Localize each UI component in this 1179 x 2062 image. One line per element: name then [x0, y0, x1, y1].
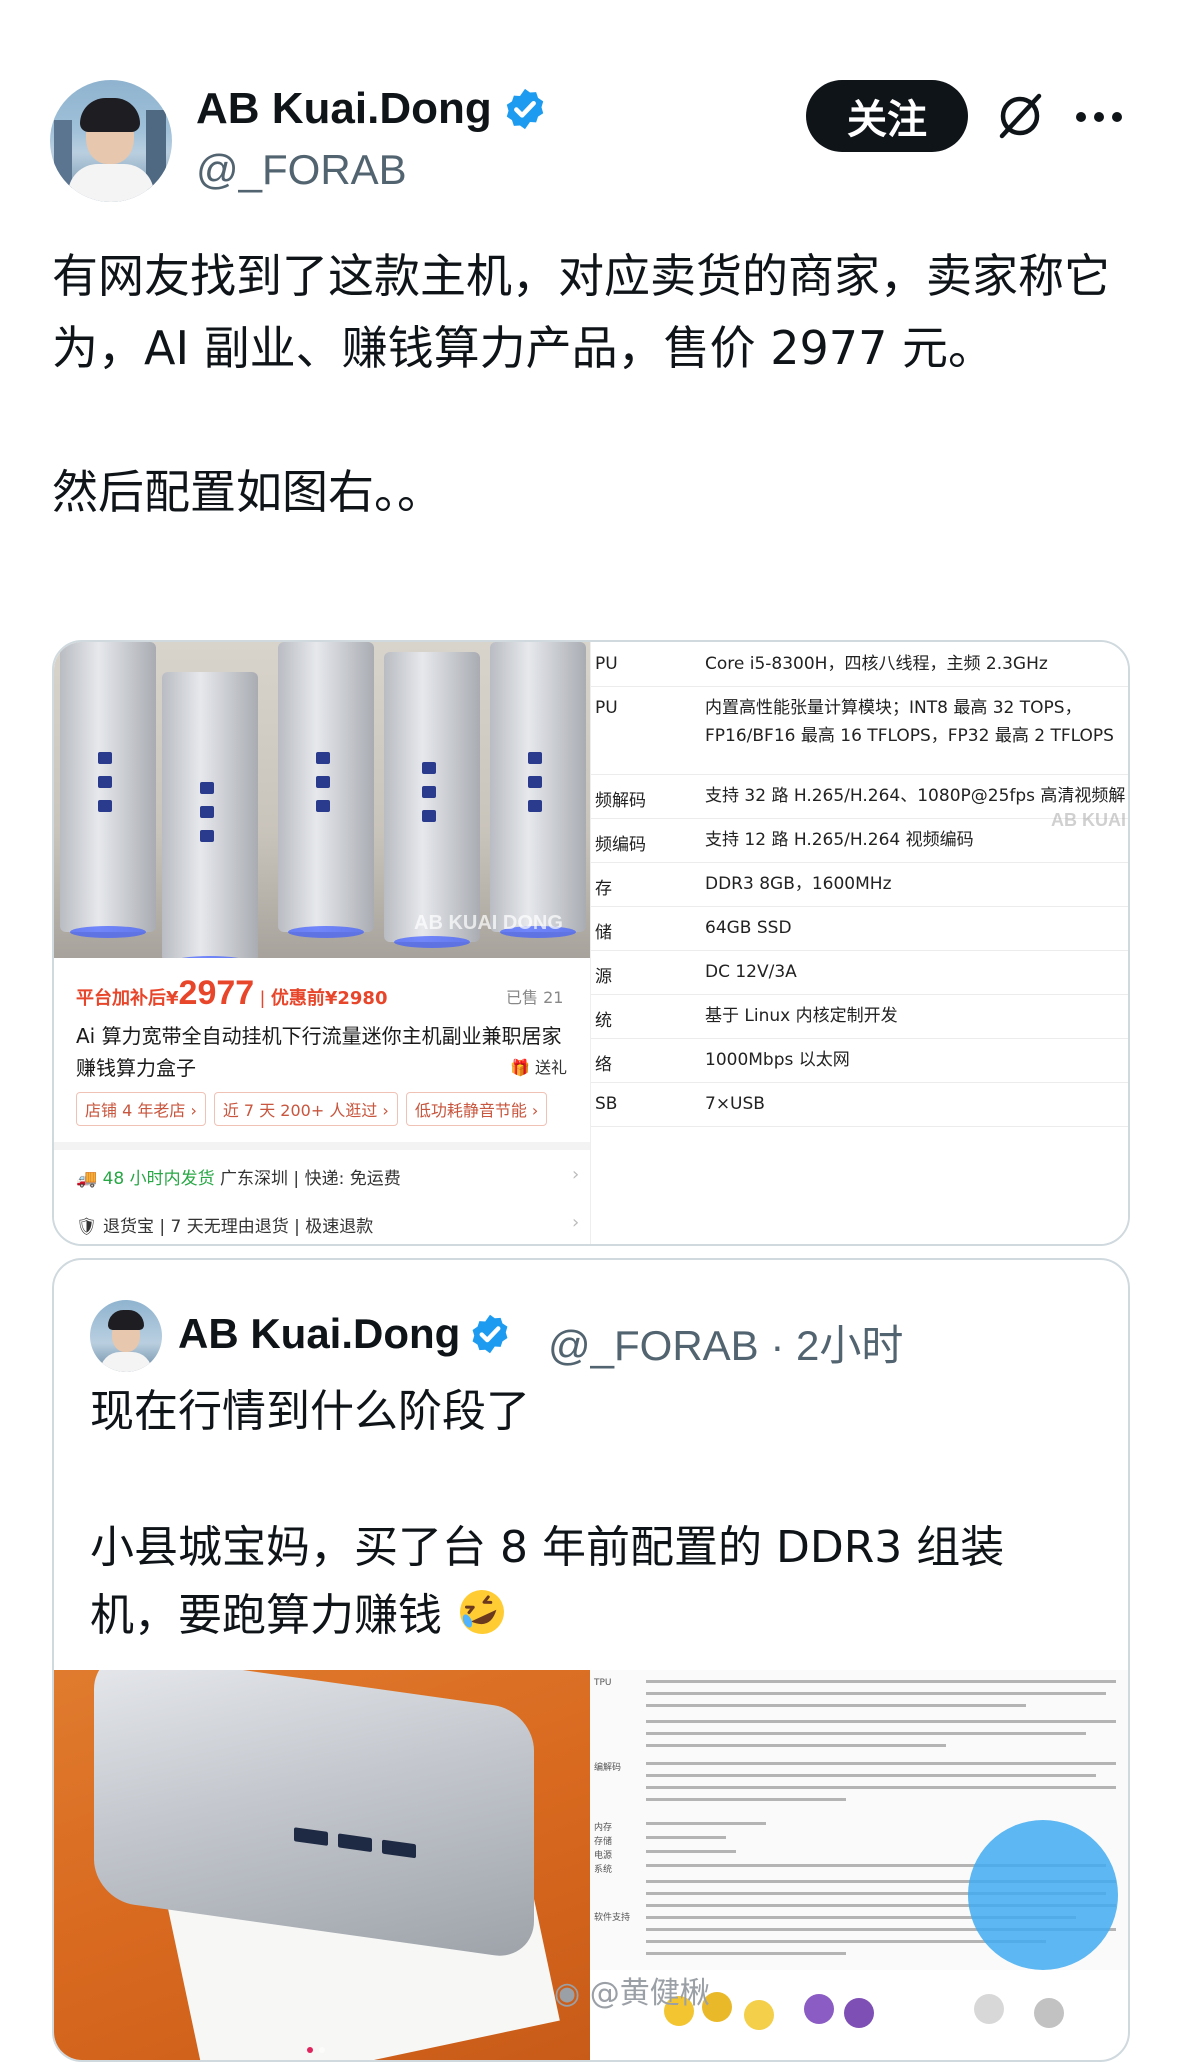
shield-icon: 🛡: [76, 1217, 98, 1237]
returns-row: 🛡 退货宝 | 7 天无理由退货 | 极速退款 ›: [76, 1212, 580, 1237]
post-body-text: 有网友找到了这款主机，对应卖货的商家，卖家称它为，AI 副业、赚钱算力产品，售价…: [52, 249, 1110, 519]
watermark: AB KUAI DON: [1051, 810, 1128, 830]
quoted-body-text: 现在行情到什么阶段了 小县城宝妈，买了台 8 年前配置的 DDR3 组装机，要跑…: [90, 1386, 1005, 1641]
rolling-laughing-emoji-icon: [460, 1590, 504, 1634]
weibo-icon: ◉: [554, 1976, 581, 2011]
product-title: Ai 算力宽带全自动挂机下行流量迷你主机副业兼职居家赚钱算力盒子: [76, 1024, 562, 1080]
verified-badge-icon: [472, 1314, 508, 1354]
carousel-dots: [304, 2040, 328, 2058]
author-name[interactable]: AB Kuai.Dong: [196, 84, 548, 134]
price-value: 2977: [178, 974, 255, 1012]
spec-row: 频解码 支持 32 路 H.265/H.264、1080P@25fps 高清视频解: [591, 774, 1128, 819]
tag: 近 7 天 200+ 人逛过 ›: [213, 1092, 398, 1126]
watermark: AB KUAI DONG: [414, 912, 563, 934]
chevron-right-icon: ›: [572, 1212, 580, 1233]
grok-icon[interactable]: [992, 88, 1048, 144]
truck-icon: 🚚: [76, 1169, 98, 1189]
quoted-handle-time: @_FORAB · 2小时: [548, 1322, 904, 1369]
quoted-product-photo[interactable]: [54, 1670, 590, 2060]
post-header: AB Kuai.Dong @_FORAB 关注: [0, 0, 1179, 202]
spec-row: 统基于 Linux 内核定制开发: [591, 994, 1128, 1039]
shipping-info: 广东深圳 | 快递: 免运费: [220, 1169, 401, 1189]
quoted-author-avatar[interactable]: [90, 1300, 162, 1372]
post-media[interactable]: AB KUAI DONG 平台加补后¥ 2977 | 优惠前¥2980 已售 2…: [52, 640, 1130, 1246]
returns-info: 退货宝 | 7 天无理由退货 | 极速退款: [103, 1217, 374, 1237]
chevron-right-icon: ›: [572, 1164, 580, 1185]
spec-row: 储 64GB SSD: [591, 906, 1128, 951]
spec-row: SB 7×USB: [591, 1082, 1128, 1127]
spec-row: PU 内置高性能张量计算模块；INT8 最高 32 TOPS，FP16/BF16 …: [591, 686, 1128, 775]
divider: [54, 1142, 590, 1150]
weibo-watermark: ◉ @黄健楸: [554, 1976, 710, 2011]
verified-badge-icon: [506, 88, 543, 130]
original-price: 优惠前¥2980: [270, 988, 388, 1009]
product-photo-strip: [654, 1988, 1124, 2060]
shipping-row: 🚚 48 小时内发货 广东深圳 | 快递: 免运费 ›: [76, 1164, 580, 1189]
quoted-display-name[interactable]: AB Kuai.Dong: [178, 1310, 460, 1358]
spec-row: 源 DC 12V/3A: [591, 950, 1128, 995]
sold-count: 已售 21: [506, 988, 564, 1007]
price-label: 平台加补后¥: [76, 988, 179, 1009]
spec-row: PU Core i5-8300H，四核八线程，主频 2.3GHz: [591, 642, 1128, 687]
floating-action-button[interactable]: [968, 1820, 1118, 1970]
author-display-name[interactable]: AB Kuai.Dong: [196, 84, 492, 134]
spec-row: 络 1000Mbps 以太网: [591, 1038, 1128, 1083]
shipping-time: 48 小时内发货: [102, 1169, 215, 1189]
quoted-post[interactable]: AB Kuai.Dong @_FORAB · 2小时 现在行情到什么阶段了 小县…: [52, 1258, 1130, 2062]
tag: 店铺 4 年老店 ›: [76, 1092, 206, 1126]
spec-row: 频编码 支持 12 路 H.265/H.264 视频编码: [591, 818, 1128, 863]
more-options-icon[interactable]: [1076, 112, 1122, 124]
product-listing-image[interactable]: AB KUAI DONG 平台加补后¥ 2977 | 优惠前¥2980 已售 2…: [54, 642, 590, 1244]
spec-table-image[interactable]: PU Core i5-8300H，四核八线程，主频 2.3GHz PU 内置高性能张…: [590, 642, 1128, 1244]
price-separator: |: [260, 988, 265, 1008]
gift-label: 🎁 送礼: [510, 1058, 568, 1077]
follow-button[interactable]: 关注: [806, 80, 968, 152]
quoted-author-name[interactable]: AB Kuai.Dong: [178, 1310, 512, 1358]
author-handle[interactable]: @_FORAB: [196, 146, 407, 194]
spec-row: 存 DDR3 8GB，1600MHz: [591, 862, 1128, 907]
author-avatar[interactable]: [50, 80, 172, 202]
product-tags: 店铺 4 年老店 › 近 7 天 200+ 人逛过 › 低功耗静音节能 ›: [76, 1092, 548, 1126]
price-row: 平台加补后¥ 2977 | 优惠前¥2980: [76, 974, 576, 1013]
product-photo: AB KUAI DONG: [54, 642, 590, 958]
tag: 低功耗静音节能 ›: [405, 1092, 548, 1126]
